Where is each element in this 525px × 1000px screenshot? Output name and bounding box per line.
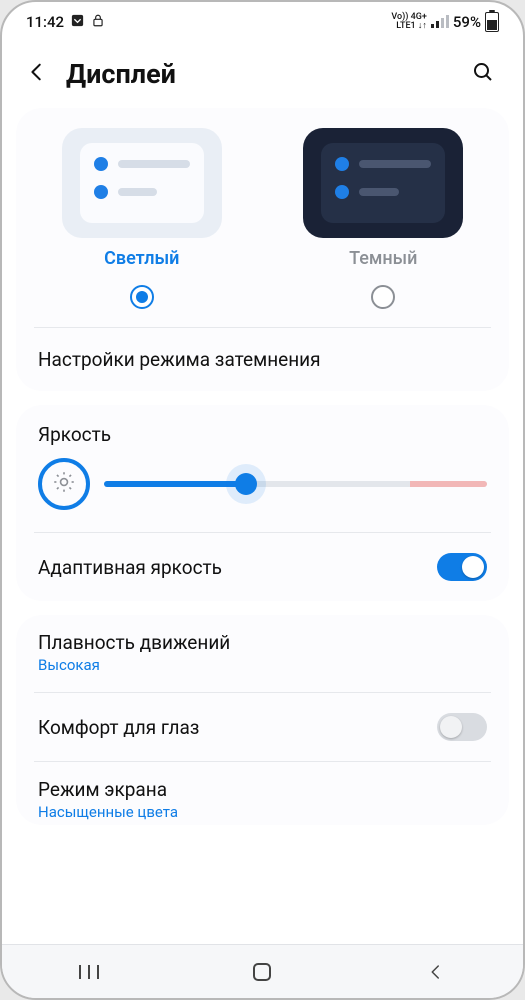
motion-smoothness-value: Высокая [38, 656, 487, 674]
slider-track-warning [410, 481, 487, 487]
status-bar: 11:42 Vo)) 4G+ LTE1 ↓↑ 59% [2, 2, 523, 36]
signal-icon [431, 14, 449, 31]
navigation-bar [2, 944, 523, 998]
theme-preview-inner [80, 143, 204, 223]
dot-icon [335, 157, 349, 171]
dot-icon [94, 185, 108, 199]
slider-fill [104, 481, 246, 487]
adaptive-brightness-toggle[interactable] [437, 553, 487, 581]
display-options-card: Плавность движений Высокая Комфорт для г… [16, 615, 509, 825]
screen-mode-label: Режим экрана [38, 778, 487, 801]
dark-mode-settings-row[interactable]: Настройки режима затемнения [16, 328, 509, 391]
network-bottom: LTE1 ↓↑ [391, 22, 427, 31]
slider-thumb[interactable] [235, 473, 257, 495]
nav-back-button[interactable] [406, 956, 466, 988]
device-frame: 11:42 Vo)) 4G+ LTE1 ↓↑ 59% Дисплей [0, 0, 525, 1000]
adaptive-brightness-row[interactable]: Адаптивная яркость [16, 533, 509, 601]
theme-option-light[interactable]: Светлый [26, 128, 258, 309]
dot-icon [94, 157, 108, 171]
theme-card: Светлый Темный Настройки режима [16, 108, 509, 391]
brightness-icon-highlight [38, 458, 90, 510]
nav-home-button[interactable] [232, 956, 292, 988]
lock-icon [91, 13, 105, 32]
nav-recents-button[interactable] [59, 956, 119, 988]
page-title: Дисплей [66, 58, 453, 90]
search-icon[interactable] [471, 60, 495, 88]
brightness-section: Яркость [16, 405, 509, 532]
brightness-row [38, 458, 487, 510]
battery-icon [485, 12, 499, 32]
theme-label-light: Светлый [104, 248, 179, 269]
motion-smoothness-row[interactable]: Плавность движений Высокая [16, 615, 509, 692]
adaptive-brightness-label: Адаптивная яркость [38, 556, 222, 579]
theme-preview-dark [303, 128, 463, 238]
screen-mode-row[interactable]: Режим экрана Насыщенные цвета [16, 762, 509, 825]
brightness-slider[interactable] [104, 472, 487, 496]
theme-row: Светлый Темный [16, 108, 509, 327]
network-label: Vo)) 4G+ LTE1 ↓↑ [391, 13, 427, 31]
theme-option-dark[interactable]: Темный [268, 128, 500, 309]
motion-smoothness-label: Плавность движений [38, 631, 487, 654]
eye-comfort-toggle[interactable] [437, 713, 487, 741]
theme-preview-light [62, 128, 222, 238]
theme-radio-dark[interactable] [371, 285, 395, 309]
back-icon[interactable] [26, 61, 48, 87]
sun-icon [51, 469, 77, 499]
header: Дисплей [2, 36, 523, 108]
eye-comfort-label: Комфорт для глаз [38, 716, 199, 739]
screen-mode-value: Насыщенные цвета [38, 803, 487, 821]
dark-mode-settings-label: Настройки режима затемнения [38, 348, 321, 371]
theme-label-dark: Темный [349, 248, 417, 269]
status-time: 11:42 [26, 13, 64, 31]
theme-preview-inner [321, 143, 445, 223]
theme-radio-light[interactable] [130, 285, 154, 309]
brightness-card: Яркость [16, 405, 509, 601]
expand-icon [70, 13, 85, 32]
eye-comfort-row[interactable]: Комфорт для глаз [16, 693, 509, 761]
battery-percent: 59% [453, 13, 481, 31]
dot-icon [335, 185, 349, 199]
status-right: Vo)) 4G+ LTE1 ↓↑ 59% [391, 12, 499, 32]
content-scroll[interactable]: Светлый Темный Настройки режима [2, 108, 523, 932]
status-left: 11:42 [26, 13, 105, 32]
brightness-label: Яркость [38, 423, 487, 446]
